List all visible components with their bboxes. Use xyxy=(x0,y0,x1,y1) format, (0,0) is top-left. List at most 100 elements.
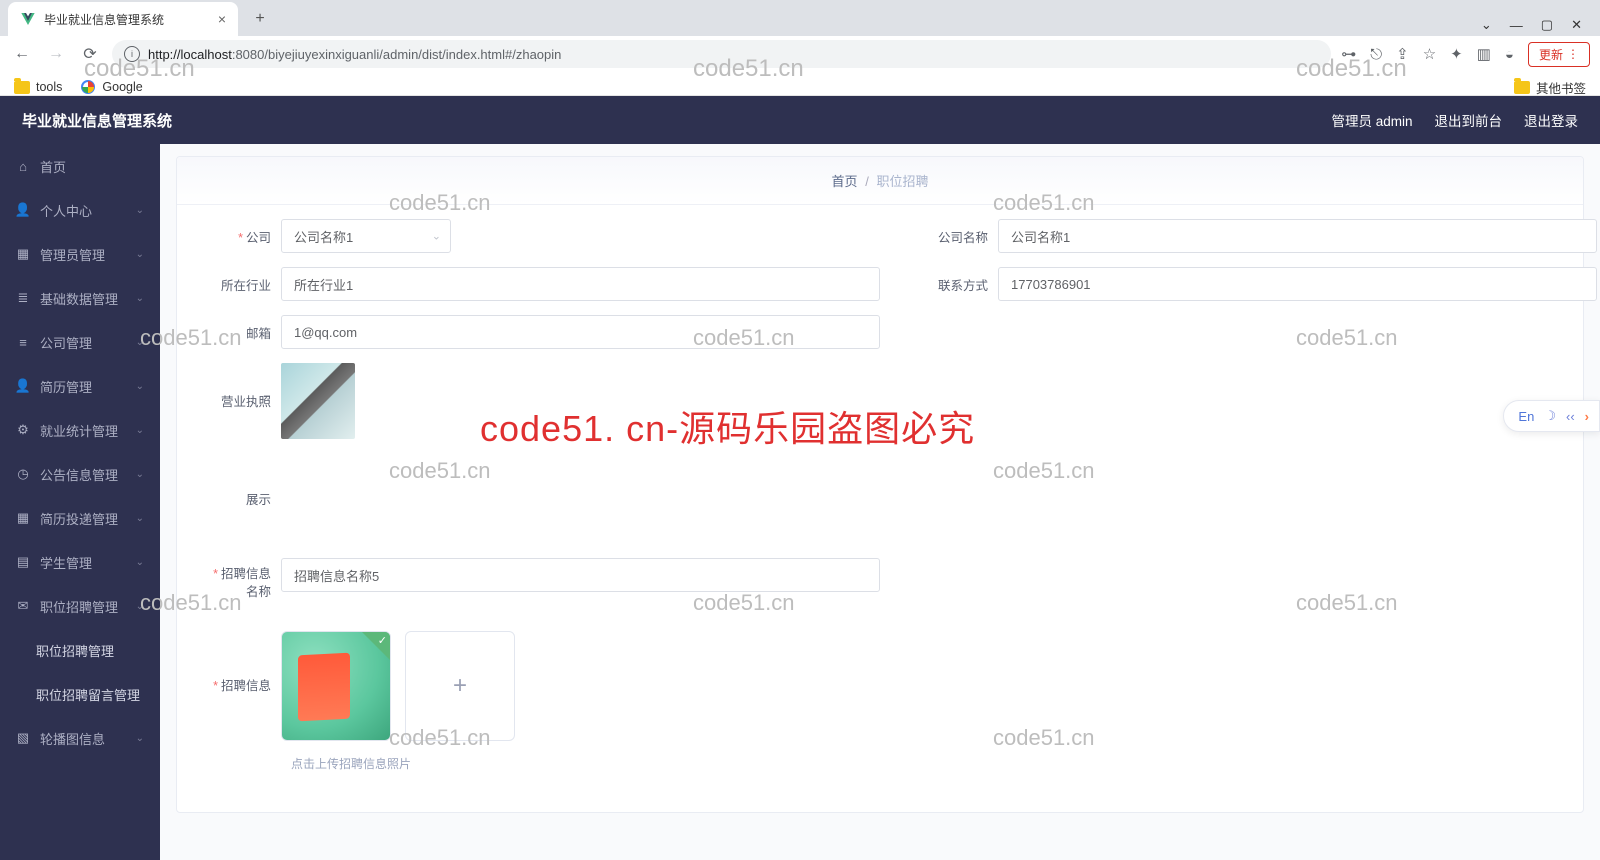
goto-front-button[interactable]: 退出到前台 xyxy=(1435,110,1503,130)
chevron-down-icon: ⌄ xyxy=(136,425,144,436)
url-port: :8080 xyxy=(232,47,265,62)
company-name-input[interactable] xyxy=(998,219,1597,253)
industry-label: 所在行业 xyxy=(203,275,281,294)
url-path: /biyejiuyexinxiguanli/admin/dist/index.h… xyxy=(264,47,561,62)
upload-hint: 点击上传招聘信息照片 xyxy=(291,755,1557,772)
chevron-down-icon: ⌄ xyxy=(136,733,144,744)
bookmark-google[interactable]: Google xyxy=(80,79,142,95)
contact-input[interactable] xyxy=(998,267,1597,301)
maximize-icon[interactable]: ▢ xyxy=(1541,17,1553,33)
current-user[interactable]: 管理员 admin xyxy=(1331,110,1412,130)
sidebar-item-apply[interactable]: ▦简历投递管理⌄ xyxy=(0,496,160,540)
sidebar-item-profile[interactable]: 👤个人中心⌄ xyxy=(0,188,160,232)
industry-input[interactable] xyxy=(281,267,880,301)
extensions-icon[interactable]: ✦ xyxy=(1450,45,1463,63)
chevron-down-icon[interactable]: ⌄ xyxy=(1481,17,1492,33)
breadcrumb: 首页 / 职位招聘 xyxy=(177,157,1583,205)
close-window-icon[interactable]: ✕ xyxy=(1571,17,1582,33)
sidebar-item-stats[interactable]: ⚙就业统计管理⌄ xyxy=(0,408,160,452)
chevron-down-icon: ⌄ xyxy=(136,205,144,216)
sidebar-item-student[interactable]: ▤学生管理⌄ xyxy=(0,540,160,584)
bookmark-tools[interactable]: tools xyxy=(14,80,62,94)
moon-icon: ☽ xyxy=(1544,408,1556,424)
grid-icon: ▦ xyxy=(16,510,30,526)
logout-button[interactable]: 退出登录 xyxy=(1524,110,1578,130)
chevron-down-icon: ⌄ xyxy=(136,601,144,612)
email-input[interactable] xyxy=(281,315,880,349)
recruit-name-label: *招聘信息名称 xyxy=(203,558,281,601)
sidebar-item-home[interactable]: ⌂首页 xyxy=(0,144,160,188)
uploaded-image[interactable]: ✓ xyxy=(281,631,391,741)
form-panel: 首页 / 职位招聘 *公司 ⌄ 公司名称 xyxy=(176,156,1584,813)
recruit-name-input[interactable] xyxy=(281,558,880,592)
window-controls: ⌄ — ▢ ✕ xyxy=(1481,17,1600,33)
quote-icon: ‹‹ xyxy=(1566,409,1575,424)
upload-button[interactable]: + xyxy=(405,631,515,741)
sidebar: ⌂首页 👤个人中心⌄ ▦管理员管理⌄ ≣基础数据管理⌄ ≡公司管理⌄ 👤简历管理… xyxy=(0,144,160,860)
breadcrumb-home[interactable]: 首页 xyxy=(832,174,858,189)
grid-icon: ▦ xyxy=(16,246,30,262)
sidebar-item-recruit-comment[interactable]: 职位招聘留言管理 xyxy=(0,672,160,716)
breadcrumb-current: 职位招聘 xyxy=(876,174,928,189)
translate-icon[interactable]: ⎋ xyxy=(1370,46,1382,63)
clock-icon: ◷ xyxy=(16,466,30,482)
arrow-right-icon: › xyxy=(1585,409,1589,424)
mail-icon: ✉ xyxy=(16,598,30,614)
user-icon: 👤 xyxy=(16,378,30,394)
user-icon: 👤 xyxy=(16,202,30,218)
app-title: 毕业就业信息管理系统 xyxy=(22,110,172,131)
reload-button[interactable]: ⟳ xyxy=(78,42,102,66)
update-button[interactable]: 更新⋮ xyxy=(1528,42,1590,67)
sidebar-item-notice[interactable]: ◷公告信息管理⌄ xyxy=(0,452,160,496)
home-icon: ⌂ xyxy=(16,159,30,174)
database-icon: ≣ xyxy=(16,290,30,306)
forward-button[interactable]: → xyxy=(44,42,68,66)
browser-tab[interactable]: 毕业就业信息管理系统 × xyxy=(8,2,238,36)
browser-chrome: 毕业就业信息管理系统 × + ⌄ — ▢ ✕ ← → ⟳ i http://lo… xyxy=(0,0,1600,96)
vue-icon xyxy=(20,11,36,27)
minimize-icon[interactable]: — xyxy=(1510,18,1523,33)
image-icon: ▧ xyxy=(16,730,30,746)
panel-icon[interactable]: ▥ xyxy=(1477,45,1491,63)
license-label: 营业执照 xyxy=(203,391,281,410)
profile-icon[interactable]: ◒ xyxy=(1505,46,1514,63)
tab-title: 毕业就业信息管理系统 xyxy=(44,11,164,28)
license-image[interactable] xyxy=(281,363,355,439)
sidebar-item-admin[interactable]: ▦管理员管理⌄ xyxy=(0,232,160,276)
bookmark-icon[interactable]: ☆ xyxy=(1423,45,1436,63)
company-name-label: 公司名称 xyxy=(920,227,998,246)
url-input[interactable]: i http://localhost:8080/biyejiuyexinxigu… xyxy=(112,40,1331,68)
content-area: 首页 / 职位招聘 *公司 ⌄ 公司名称 xyxy=(160,144,1600,860)
folder-icon xyxy=(1514,81,1530,94)
language-fab[interactable]: En ☽ ‹‹ › xyxy=(1503,400,1600,432)
toolbar-right: ⊶ ⎋ ⇪ ☆ ✦ ▥ ◒ 更新⋮ xyxy=(1341,42,1590,67)
key-icon[interactable]: ⊶ xyxy=(1341,45,1356,63)
plus-icon: + xyxy=(453,672,467,700)
tab-bar: 毕业就业信息管理系统 × + ⌄ — ▢ ✕ xyxy=(0,0,1600,36)
company-label: *公司 xyxy=(203,227,281,246)
site-info-icon[interactable]: i xyxy=(124,46,140,62)
company-select-input[interactable] xyxy=(281,219,451,253)
chevron-down-icon: ⌄ xyxy=(136,249,144,260)
sidebar-item-recruit[interactable]: ✉职位招聘管理⌄ xyxy=(0,584,160,628)
company-select[interactable]: ⌄ xyxy=(281,219,451,253)
share-icon[interactable]: ⇪ xyxy=(1396,45,1409,63)
sidebar-item-recruit-manage[interactable]: 职位招聘管理 xyxy=(0,628,160,672)
close-icon[interactable]: × xyxy=(218,11,226,27)
sidebar-item-company[interactable]: ≡公司管理⌄ xyxy=(0,320,160,364)
chevron-down-icon: ⌄ xyxy=(136,293,144,304)
sidebar-item-basedata[interactable]: ≣基础数据管理⌄ xyxy=(0,276,160,320)
back-button[interactable]: ← xyxy=(10,42,34,66)
sidebar-item-resume[interactable]: 👤简历管理⌄ xyxy=(0,364,160,408)
check-icon: ✓ xyxy=(378,634,387,647)
lang-label: En xyxy=(1518,409,1534,424)
chevron-down-icon: ⌄ xyxy=(136,513,144,524)
bookmark-other[interactable]: 其他书签 xyxy=(1514,78,1586,97)
list-icon: ≡ xyxy=(16,335,30,350)
new-tab-button[interactable]: + xyxy=(246,5,274,33)
email-label: 邮箱 xyxy=(203,323,281,342)
contact-label: 联系方式 xyxy=(920,275,998,294)
gear-icon: ⚙ xyxy=(16,422,30,438)
app-header: 毕业就业信息管理系统 管理员 admin 退出到前台 退出登录 xyxy=(0,96,1600,144)
sidebar-item-banner[interactable]: ▧轮播图信息⌄ xyxy=(0,716,160,760)
